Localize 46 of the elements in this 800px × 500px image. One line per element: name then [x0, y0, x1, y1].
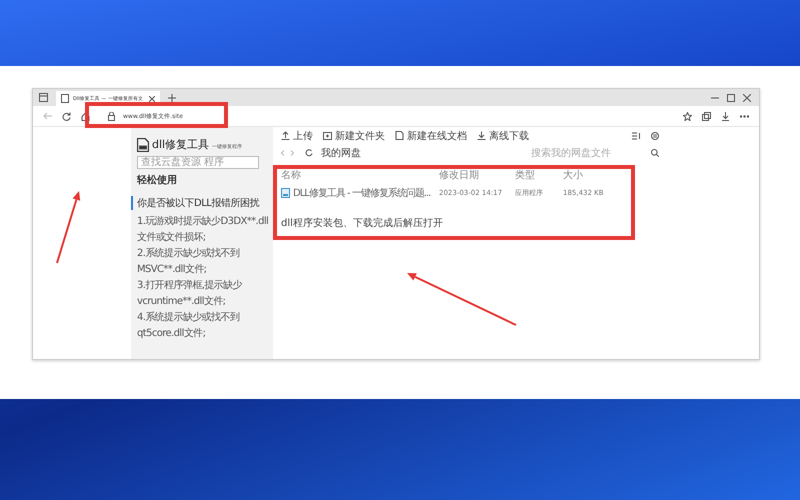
- toolbar-button[interactable]: 上传: [281, 128, 313, 142]
- star-icon[interactable]: [683, 112, 692, 120]
- download-icon: [477, 131, 486, 140]
- breadcrumb-link[interactable]: 我的网盘: [321, 146, 361, 160]
- section-label: 轻松使用: [137, 174, 178, 187]
- list-text: 1.玩游戏时提示缺少D3DX**.dll: [137, 214, 270, 229]
- list-text: vcruntime**.dll文件;: [137, 294, 226, 309]
- column-header[interactable]: 修改日期: [439, 168, 515, 182]
- toolbar-button[interactable]: 新建在线文档: [395, 128, 467, 142]
- file-name: DLL修复工具 - 一键修复系统问题...: [293, 186, 430, 200]
- plus-icon[interactable]: [168, 94, 176, 102]
- list-text: qt5core.dll文件;: [137, 326, 206, 341]
- toolbar-button[interactable]: 新建文件夹: [323, 128, 385, 142]
- column-header[interactable]: 类型: [515, 168, 563, 182]
- close-icon[interactable]: [149, 96, 155, 102]
- refresh-icon[interactable]: [305, 149, 313, 157]
- sort-icon[interactable]: [632, 132, 641, 140]
- description-text: dll程序安装包、下载完成后解压打开: [281, 216, 444, 230]
- column-header[interactable]: 名称: [281, 168, 439, 182]
- collections-icon[interactable]: [702, 112, 711, 120]
- logo-title: dll修复工具: [152, 137, 210, 152]
- download-icon[interactable]: [721, 112, 730, 120]
- column-header[interactable]: 大小: [563, 168, 623, 182]
- search-icon[interactable]: [651, 149, 659, 157]
- tabs-icon[interactable]: [39, 93, 48, 102]
- toolbar-button[interactable]: 离线下载: [477, 128, 529, 142]
- page-icon: [61, 94, 69, 103]
- file-name-cell[interactable]: DLL修复工具 - 一键修复系统问题...: [281, 186, 439, 200]
- upload-icon: [281, 131, 290, 140]
- close-icon[interactable]: [743, 94, 751, 102]
- home-icon[interactable]: [81, 112, 90, 120]
- list-text: 文件或文件损坏;: [137, 230, 207, 245]
- list-text: 4.系统提示缺少或找不到: [137, 310, 240, 325]
- new-folder-icon: [323, 131, 332, 140]
- heading: 你是否被以下DLL报错所困扰: [131, 196, 273, 210]
- list-text: MSVC**.dll文件;: [137, 262, 208, 277]
- more-icon[interactable]: [740, 114, 749, 118]
- refresh-icon[interactable]: [62, 112, 71, 120]
- list-text: 3.打开程序弹框,提示缺少: [137, 278, 244, 293]
- maximize-icon[interactable]: [727, 94, 735, 102]
- list-view-icon[interactable]: [651, 132, 659, 140]
- application-file-icon: [281, 188, 290, 198]
- lock-icon: [108, 112, 115, 120]
- document-icon: [395, 131, 404, 140]
- list-text: 2.系统提示缺少或找不到: [137, 246, 240, 261]
- file-icon: [137, 138, 149, 152]
